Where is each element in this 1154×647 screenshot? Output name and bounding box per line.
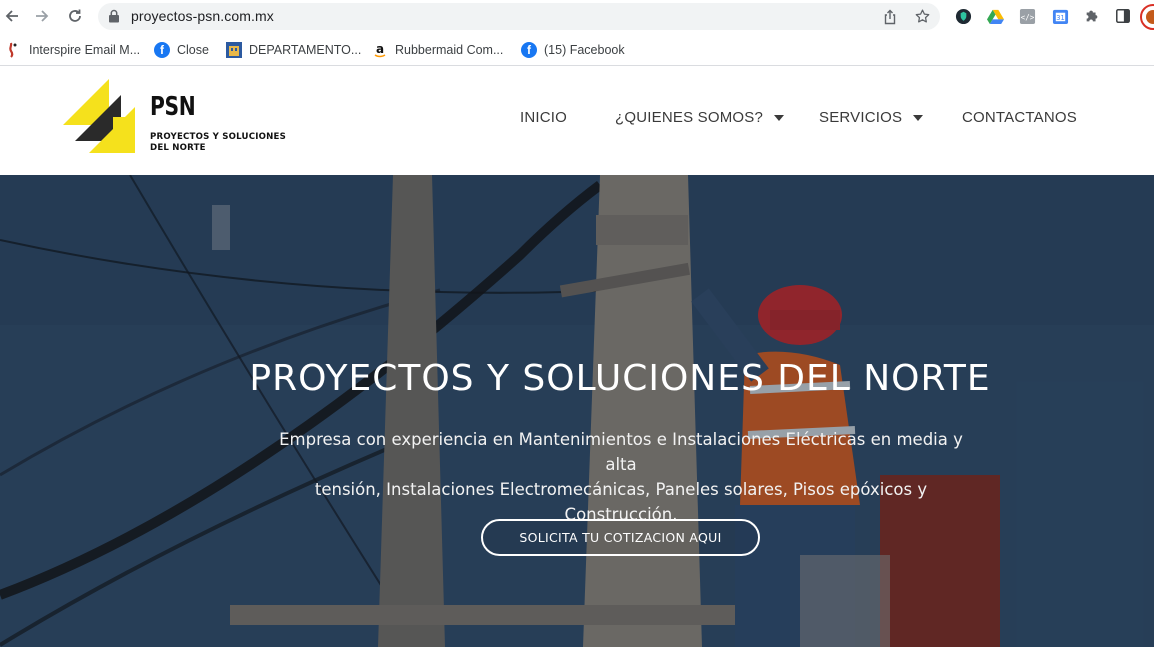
reload-button[interactable] (64, 5, 86, 27)
nav-label: INICIO (520, 109, 568, 126)
side-panel-icon[interactable] (1114, 7, 1132, 25)
chevron-down-icon (774, 115, 785, 121)
url-text: proyectos-psn.com.mx (131, 8, 274, 24)
bookmark-label: Rubbermaid Com... (395, 43, 504, 57)
chevron-down-icon (913, 115, 924, 121)
hero-overlay (0, 175, 1154, 647)
bookmark-label: DEPARTAMENTO... (249, 43, 362, 57)
nav-label: ¿QUIENES SOMOS? (615, 109, 764, 126)
bookmark-star-icon[interactable] (914, 8, 931, 25)
nav-inicio[interactable]: INICIO (520, 109, 567, 126)
back-arrow-icon (5, 10, 18, 22)
forward-arrow-icon (36, 10, 49, 22)
nav-label: CONTACTANOS (962, 109, 1077, 126)
svg-text:31: 31 (1056, 13, 1064, 21)
bookmark-interspire[interactable]: Interspire Email M... (6, 40, 140, 60)
bookmark-rubbermaid[interactable]: a Rubbermaid Com... (372, 40, 503, 60)
lock-icon (109, 9, 119, 23)
address-bar[interactable]: proyectos-psn.com.mx (98, 3, 940, 30)
bookmark-label: Close (177, 43, 209, 57)
logo-tagline-line1: PROYECTOS Y SOLUCIONES (150, 132, 286, 142)
browser-toolbar: proyectos-psn.com.mx </> 31 (0, 0, 1154, 34)
code-extension-icon[interactable]: </> (1018, 7, 1036, 25)
share-icon[interactable] (882, 9, 898, 25)
logo-name: PSN (150, 92, 196, 122)
puzzle-extensions-icon[interactable] (1083, 7, 1101, 25)
facebook-icon: f (521, 42, 537, 58)
profile-avatar[interactable] (1140, 4, 1154, 30)
amazon-icon: a (372, 42, 388, 58)
logo-tagline-line2: DEL NORTE (150, 143, 206, 153)
bookmark-departamento[interactable]: DEPARTAMENTO... (226, 40, 361, 60)
extension-shield-icon[interactable] (954, 7, 972, 25)
bookmark-close[interactable]: f Close (154, 40, 209, 60)
bookmark-label: (15) Facebook (544, 43, 625, 57)
nav-label: SERVICIOS (819, 109, 903, 126)
back-button[interactable] (1, 5, 23, 27)
hero-banner: PROYECTOS Y SOLUCIONES DEL NORTE Empresa… (0, 175, 1154, 647)
bookmark-facebook[interactable]: f (15) Facebook (521, 40, 625, 60)
google-drive-icon[interactable] (986, 7, 1004, 25)
hero-description: Empresa con experiencia en Mantenimiento… (262, 427, 980, 527)
bookmark-label: Interspire Email M... (29, 43, 141, 57)
psn-logo[interactable]: PSN PROYECTOS Y SOLUCIONES DEL NORTE (63, 79, 293, 153)
reload-icon (69, 9, 81, 22)
building-icon (226, 42, 242, 58)
hero-title: PROYECTOS Y SOLUCIONES DEL NORTE (249, 358, 991, 399)
forward-button[interactable] (31, 5, 53, 27)
request-quote-button[interactable]: SOLICITA TU COTIZACION AQUI (481, 519, 760, 556)
calendar-extension-icon[interactable]: 31 (1051, 7, 1069, 25)
hero-description-line1: Empresa con experiencia en Mantenimiento… (279, 430, 963, 474)
psn-logo-mark-icon (63, 79, 135, 153)
facebook-icon: f (154, 42, 170, 58)
nav-servicios[interactable]: SERVICIOS (819, 109, 924, 126)
svg-text:</>: </> (1020, 12, 1034, 21)
nav-contactanos[interactable]: CONTACTANOS (962, 109, 1077, 126)
bookmarks-bar: Interspire Email M... f Close DEPARTAMEN… (0, 34, 1154, 66)
nav-quienes-somos[interactable]: ¿QUIENES SOMOS? (615, 109, 785, 126)
logo-tagline: PROYECTOS Y SOLUCIONES DEL NORTE (150, 132, 286, 154)
svg-text:a: a (376, 42, 384, 56)
site-header: PSN PROYECTOS Y SOLUCIONES DEL NORTE INI… (0, 67, 1154, 175)
interspire-icon (6, 42, 22, 58)
